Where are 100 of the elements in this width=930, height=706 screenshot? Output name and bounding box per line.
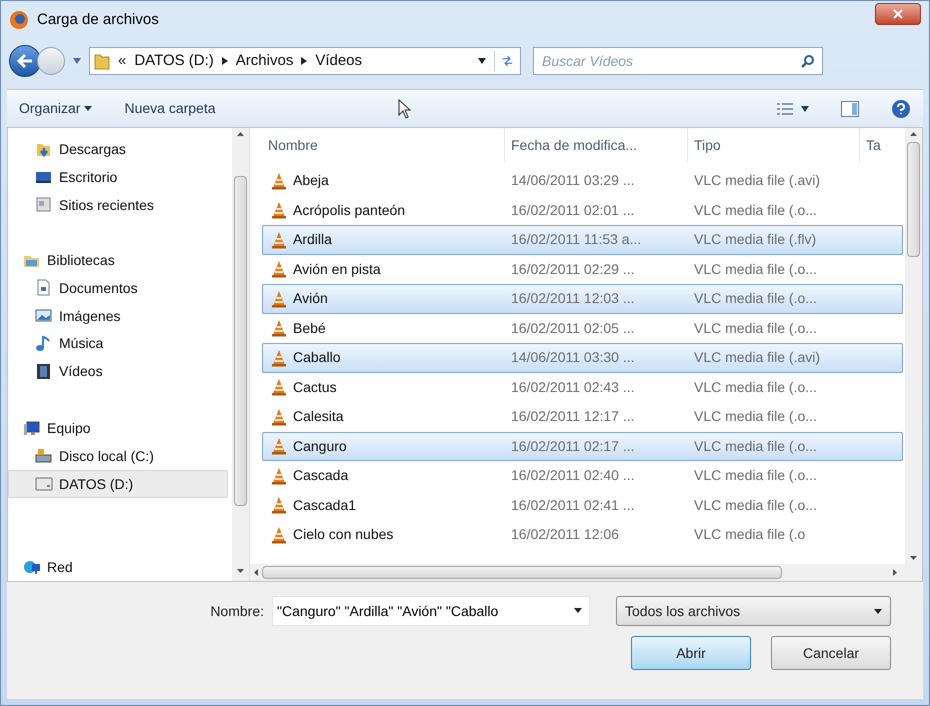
sidebar-item[interactable]: DATOS (D:) bbox=[8, 470, 228, 498]
file-name: Canguro bbox=[293, 436, 347, 456]
file-name: Avión bbox=[293, 289, 328, 308]
organize-menu[interactable]: Organizar bbox=[19, 98, 92, 119]
close-icon bbox=[893, 9, 903, 19]
address-bar[interactable]: « DATOS (D:) Archivos Vídeos bbox=[89, 47, 521, 75]
file-date: 16/02/2011 02:05 ... bbox=[510, 318, 636, 338]
file-name: Ardilla bbox=[293, 230, 332, 250]
dropdown-caret-icon[interactable] bbox=[478, 58, 486, 64]
preview-pane-icon[interactable] bbox=[841, 100, 859, 116]
scroll-thumb[interactable] bbox=[262, 566, 782, 579]
file-row[interactable]: Calesita 16/02/2011 12:17 ... VLC media file (.o... bbox=[262, 402, 903, 432]
traffic-cone-icon bbox=[271, 408, 287, 426]
file-date: 16/02/2011 02:40 ... bbox=[510, 466, 636, 486]
sidebar-item[interactable]: Escritorio bbox=[8, 164, 228, 192]
file-row[interactable]: Cascada1 16/02/2011 02:41 ... VLC media file (.o... bbox=[262, 490, 903, 520]
file-type: VLC media file (.o... bbox=[693, 318, 818, 338]
recent-places-icon bbox=[35, 196, 53, 214]
back-arrow-icon bbox=[17, 54, 33, 68]
file-row[interactable]: Abeja 14/06/2011 03:29 ... VLC media file (.avi) bbox=[262, 166, 903, 196]
dropdown-caret-icon bbox=[801, 106, 809, 112]
file-date: 14/06/2011 03:29 ... bbox=[510, 171, 636, 190]
file-date: 16/02/2011 02:29 ... bbox=[510, 260, 636, 279]
drive-icon bbox=[35, 475, 53, 494]
pointer-icon bbox=[398, 98, 412, 118]
sidebar-item[interactable]: Documentos bbox=[8, 274, 228, 302]
file-date: 16/02/2011 02:01 ... bbox=[510, 200, 636, 220]
column-header[interactable]: Ta bbox=[859, 128, 883, 162]
file-row[interactable]: Avión 16/02/2011 12:03 ... VLC media file (.o... bbox=[262, 284, 903, 314]
file-date: 16/02/2011 11:53 a... bbox=[510, 230, 642, 250]
file-row[interactable]: Canguro 16/02/2011 02:17 ... VLC media file (.o... bbox=[262, 432, 903, 461]
scroll-thumb[interactable] bbox=[907, 142, 920, 257]
sidebar-item[interactable]: Descargas bbox=[8, 136, 228, 164]
network-icon bbox=[23, 558, 41, 576]
file-row[interactable]: Bebé 16/02/2011 02:05 ... VLC media file (.o... bbox=[262, 314, 903, 343]
overflow-chevron[interactable]: « bbox=[118, 50, 126, 72]
sidebar-item[interactable]: Equipo bbox=[8, 414, 228, 443]
sidebar-item[interactable]: Imágenes bbox=[8, 302, 228, 330]
column-header[interactable]: Fecha de modifica... bbox=[504, 128, 687, 162]
file-row[interactable]: Caballo 14/06/2011 03:30 ... VLC media file (.avi) bbox=[262, 343, 903, 372]
view-options-button[interactable] bbox=[777, 102, 809, 114]
list-view-icon bbox=[777, 102, 793, 114]
film-icon bbox=[35, 362, 53, 381]
cancel-button[interactable]: Cancelar bbox=[771, 636, 891, 670]
column-header[interactable]: Tipo bbox=[687, 128, 859, 162]
scroll-down-icon bbox=[910, 556, 917, 560]
sidebar-item[interactable]: Vídeos bbox=[8, 358, 228, 386]
file-row[interactable]: Cactus 16/02/2011 02:43 ... VLC media file (.o... bbox=[262, 372, 903, 402]
breadcrumb-arrow-icon[interactable] bbox=[222, 57, 228, 65]
scrollbar[interactable] bbox=[232, 128, 249, 581]
search-field[interactable]: Buscar Vídeos bbox=[533, 47, 823, 75]
file-name: Calesita bbox=[293, 407, 344, 426]
scroll-thumb[interactable] bbox=[234, 176, 247, 506]
search-icon bbox=[801, 54, 815, 68]
filename-combobox[interactable]: "Canguro" "Ardilla" "Avión" "Caballo bbox=[272, 596, 590, 626]
file-row[interactable]: Cascada 16/02/2011 02:40 ... VLC media file (.o... bbox=[262, 461, 903, 490]
back-button[interactable] bbox=[9, 45, 41, 77]
traffic-cone-icon bbox=[271, 437, 287, 456]
close-button[interactable] bbox=[875, 3, 921, 25]
file-type: VLC media file (.o bbox=[693, 525, 806, 544]
file-type: VLC media file (.flv) bbox=[693, 230, 818, 250]
file-name: Cactus bbox=[293, 378, 337, 397]
traffic-cone-icon bbox=[271, 378, 287, 396]
traffic-cone-icon bbox=[271, 260, 287, 278]
sidebar-item[interactable]: Bibliotecas bbox=[8, 246, 228, 275]
breadcrumb[interactable]: Archivos bbox=[236, 50, 294, 72]
file-name: Cielo con nubes bbox=[293, 525, 394, 544]
dropdown-caret-icon bbox=[84, 106, 92, 111]
file-row[interactable]: Ardilla 16/02/2011 11:53 a... VLC media file (.flv) bbox=[262, 225, 903, 254]
breadcrumb[interactable]: Vídeos bbox=[315, 50, 362, 72]
file-date: 14/06/2011 03:30 ... bbox=[510, 348, 636, 368]
horizontal-scrollbar[interactable] bbox=[250, 564, 922, 581]
column-header[interactable]: Nombre bbox=[262, 128, 504, 162]
file-name: Caballo bbox=[293, 348, 340, 368]
file-type: VLC media file (.o... bbox=[693, 289, 818, 308]
file-row[interactable]: Cielo con nubes 16/02/2011 12:06 VLC media file (.o bbox=[262, 520, 903, 550]
new-folder-button[interactable]: Nueva carpeta bbox=[124, 98, 216, 119]
open-button[interactable]: Abrir bbox=[631, 636, 751, 670]
breadcrumb-arrow-icon[interactable] bbox=[301, 57, 308, 65]
traffic-cone-icon bbox=[271, 496, 287, 514]
sidebar-item[interactable]: Disco local (C:) bbox=[8, 442, 228, 470]
help-icon[interactable] bbox=[891, 98, 911, 118]
traffic-cone-icon bbox=[271, 230, 287, 249]
sidebar-item[interactable]: Música bbox=[8, 330, 228, 358]
dropdown-caret-icon bbox=[874, 608, 882, 614]
window-title: Carga de archivos bbox=[37, 10, 159, 30]
file-type: VLC media file (.avi) bbox=[693, 171, 822, 190]
sidebar-item[interactable]: Red bbox=[8, 553, 228, 581]
file-row[interactable]: Acrópolis panteón 16/02/2011 02:01 ... VLC media file (.o... bbox=[262, 196, 903, 225]
breadcrumb[interactable]: DATOS (D:) bbox=[134, 50, 214, 72]
sidebar-item[interactable]: Sitios recientes bbox=[8, 191, 228, 220]
file-type: VLC media file (.o... bbox=[693, 407, 818, 426]
file-type-dropdown[interactable]: Todos los archivos bbox=[616, 596, 891, 626]
scroll-left-icon bbox=[254, 569, 258, 576]
file-row[interactable]: Avión en pista 16/02/2011 02:29 ... VLC media file (.o... bbox=[262, 254, 903, 284]
traffic-cone-icon bbox=[271, 201, 287, 220]
file-type: VLC media file (.o... bbox=[693, 260, 818, 279]
filename-label: Nombre: bbox=[210, 602, 264, 620]
traffic-cone-icon bbox=[271, 526, 287, 544]
scrollbar[interactable] bbox=[905, 128, 922, 564]
